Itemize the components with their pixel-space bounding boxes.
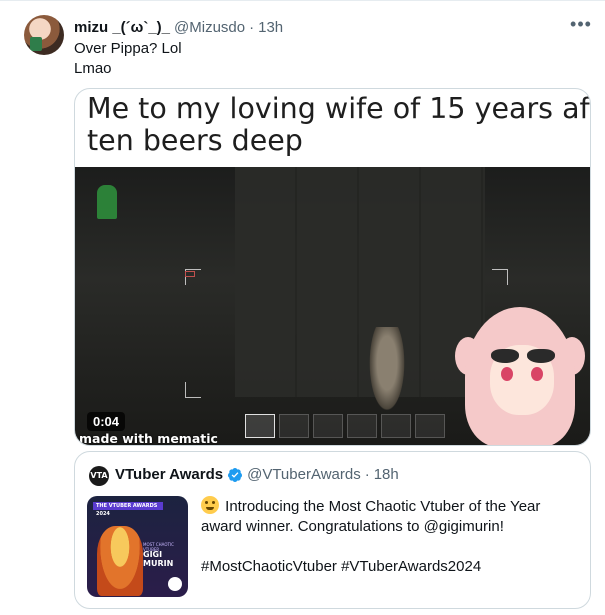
tweet-text: Over Pippa? Lol Lmao (74, 39, 182, 79)
meme-caption-line-2: ten beers deep (87, 124, 303, 157)
quoted-text-paragraph-1: Introducing the Most Chaotic Vtuber of t… (201, 496, 581, 537)
hud-player-icon (97, 185, 117, 219)
meme-caption-line-1: Me to my loving wife of 15 years after I… (87, 92, 590, 125)
video-frame[interactable]: 0:04 made with mematic (75, 167, 590, 446)
hotbar-slot (313, 414, 343, 438)
hud-hotbar (245, 414, 445, 438)
media-video[interactable]: Me to my loving wife of 15 years after I… (74, 88, 591, 446)
quoted-tweet-text: Introducing the Most Chaotic Vtuber of t… (201, 496, 581, 577)
hotbar-slot (381, 414, 411, 438)
vta-logo-icon (168, 577, 182, 591)
hotbar-slot (347, 414, 377, 438)
tweet-line-1: Over Pippa? Lol (74, 40, 182, 57)
quoted-author-name[interactable]: VTuber Awards (115, 466, 223, 483)
thumbnail-character (97, 526, 143, 596)
video-wall (235, 167, 485, 397)
hud-bracket (185, 382, 201, 398)
tweet[interactable]: mizu _(´ω`_)_ @Mizusdo · 13h ••• Over Pi… (0, 0, 605, 615)
hotbar-slot (279, 414, 309, 438)
sunglasses-icon (491, 349, 555, 363)
thumbnail-winner-name: GIGI MURIN (143, 550, 174, 568)
video-duration[interactable]: 0:04 (87, 412, 126, 431)
quoted-thumbnail[interactable]: THE VTUBER AWARDS 2024 MOST CHAOTIC VTUB… (87, 496, 188, 597)
header-separator: · (249, 18, 255, 36)
quoted-hashtags[interactable]: #MostChaoticVtuber #VTuberAwards2024 (201, 557, 581, 577)
vtuber-avatar (455, 297, 585, 445)
quoted-tweet-header: VTuber Awards @VTuberAwards · 18h (115, 466, 399, 483)
tweet-header: mizu _(´ω`_)_ @Mizusdo · 13h (74, 17, 283, 37)
vtuber-eye (531, 367, 543, 381)
author-handle[interactable]: @Mizusdo (174, 19, 245, 36)
vtuber-eye (501, 367, 513, 381)
video-figure (367, 327, 407, 417)
quoted-tweet-time[interactable]: 18h (374, 466, 399, 483)
zany-face-emoji-icon (201, 496, 219, 514)
hud-target-tag (185, 271, 195, 277)
quoted-header-separator: · (364, 466, 370, 483)
tweet-time[interactable]: 13h (258, 19, 283, 36)
meme-caption: Me to my loving wife of 15 years after I… (87, 92, 590, 157)
video-watermark: made with mematic (79, 431, 218, 446)
author-name[interactable]: mizu _(´ω`_)_ (74, 19, 170, 36)
hud-bracket (492, 269, 508, 285)
quoted-text-line-1: Introducing the Most Chaotic Vtuber of t… (201, 498, 541, 535)
thumbnail-banner: THE VTUBER AWARDS 2024 (93, 502, 163, 517)
hotbar-slot (415, 414, 445, 438)
tweet-line-2: Lmao (74, 60, 112, 77)
verified-badge-icon (228, 467, 243, 482)
quoted-tweet[interactable]: VTA VTuber Awards @VTuberAwards · 18h TH… (74, 451, 591, 609)
quoted-author-avatar[interactable]: VTA (89, 466, 109, 486)
author-avatar[interactable] (24, 15, 64, 55)
avatar-cup (30, 37, 42, 51)
quoted-author-handle[interactable]: @VTuberAwards (247, 466, 361, 483)
more-horizontal-icon[interactable]: ••• (568, 15, 594, 37)
hotbar-slot (245, 414, 275, 438)
